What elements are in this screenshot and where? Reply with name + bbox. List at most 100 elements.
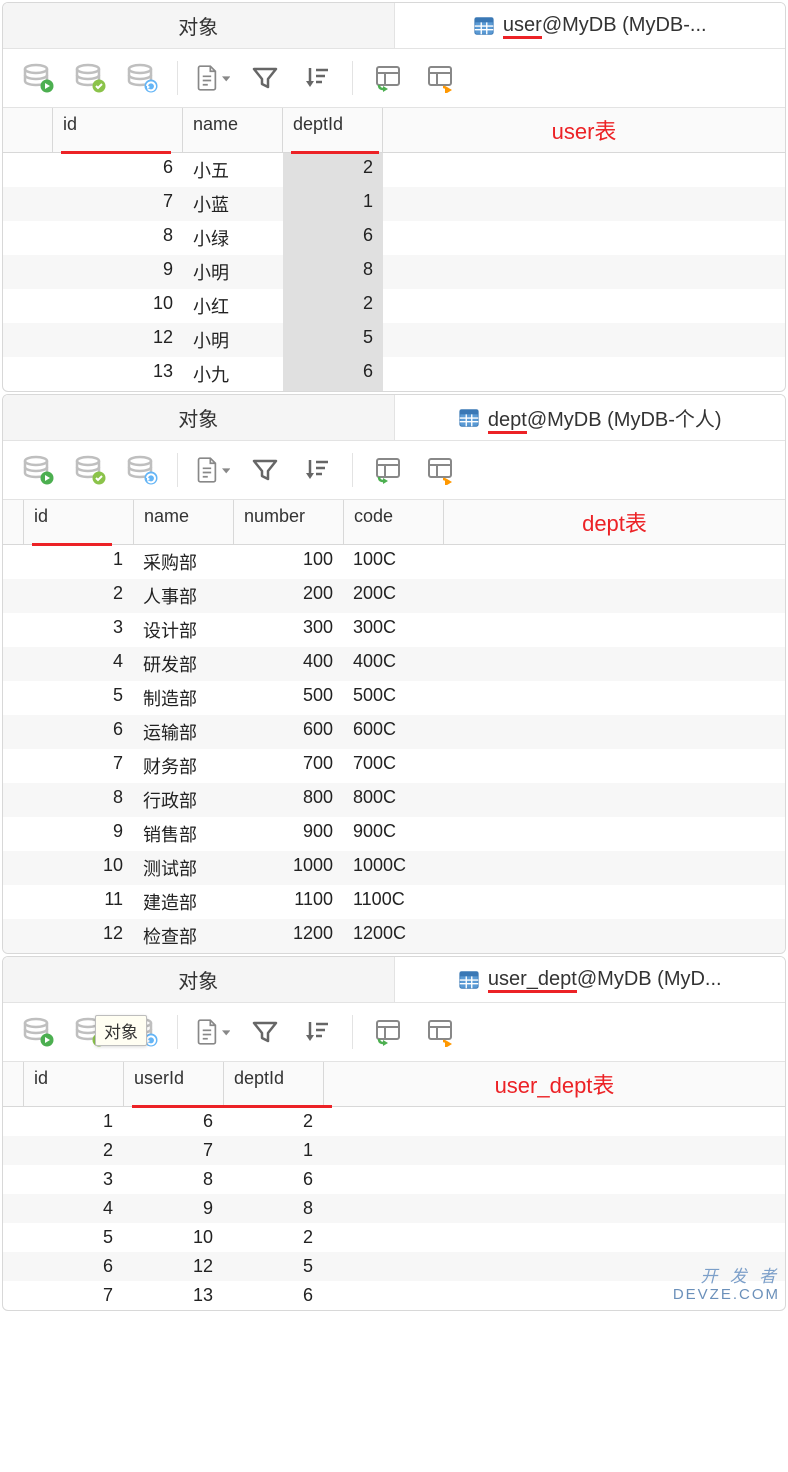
cell: 9 bbox=[123, 1194, 223, 1223]
text-view-button[interactable] bbox=[196, 1015, 230, 1049]
cell: 12 bbox=[23, 919, 133, 953]
column-header-code[interactable]: code bbox=[344, 500, 444, 544]
table-row[interactable]: 9销售部900900C bbox=[3, 817, 785, 851]
cell: 1200C bbox=[343, 919, 443, 953]
text-view-button[interactable] bbox=[196, 61, 230, 95]
data-grid: idnamenumbercodedept表1采购部100100C2人事部2002… bbox=[3, 500, 785, 953]
cell: 8 bbox=[23, 783, 133, 817]
commit-button[interactable] bbox=[73, 453, 107, 487]
commit-button[interactable] bbox=[73, 61, 107, 95]
tab-table[interactable]: user_dept@MyDB (MyD... bbox=[395, 957, 786, 1002]
tab-objects[interactable]: 对象 bbox=[3, 395, 395, 440]
begin-transaction-button[interactable] bbox=[21, 1015, 55, 1049]
cell: 制造部 bbox=[133, 681, 233, 715]
table-row[interactable]: 13小九6 bbox=[3, 357, 785, 391]
table-row[interactable]: 3设计部300300C bbox=[3, 613, 785, 647]
table-row[interactable]: 9小明8 bbox=[3, 255, 785, 289]
column-header-number[interactable]: number bbox=[234, 500, 344, 544]
tab-table[interactable]: dept@MyDB (MyDB-个人) bbox=[395, 395, 786, 440]
column-header-id[interactable]: id bbox=[24, 500, 134, 544]
cell: 9 bbox=[53, 255, 183, 289]
cell: 8 bbox=[283, 255, 383, 289]
cell: 小蓝 bbox=[183, 187, 283, 221]
column-header-deptId[interactable]: deptId bbox=[224, 1062, 324, 1106]
table-icon bbox=[458, 969, 480, 991]
table-row[interactable]: 8行政部800800C bbox=[3, 783, 785, 817]
table-row[interactable]: 6125 bbox=[3, 1252, 785, 1281]
column-header-userId[interactable]: userId bbox=[124, 1062, 224, 1106]
tab-objects[interactable]: 对象 bbox=[3, 957, 395, 1002]
import-button[interactable] bbox=[371, 453, 405, 487]
tab-table[interactable]: user@MyDB (MyDB-... bbox=[395, 3, 786, 48]
text-view-button[interactable] bbox=[196, 453, 230, 487]
toolbar bbox=[3, 49, 785, 108]
table-icon bbox=[458, 407, 480, 429]
table-row[interactable]: 8小绿6 bbox=[3, 221, 785, 255]
table-row[interactable]: 4研发部400400C bbox=[3, 647, 785, 681]
table-row[interactable]: 7小蓝1 bbox=[3, 187, 785, 221]
toolbar bbox=[3, 441, 785, 500]
filter-button[interactable] bbox=[248, 61, 282, 95]
table-row[interactable]: 162 bbox=[3, 1107, 785, 1136]
tab-label: 对象 bbox=[178, 965, 218, 994]
table-row[interactable]: 10小红2 bbox=[3, 289, 785, 323]
table-row[interactable]: 5制造部500500C bbox=[3, 681, 785, 715]
tab-label: 对象 bbox=[178, 403, 218, 432]
grid-body: 162271386498510261257136 bbox=[3, 1107, 785, 1310]
cell: 500 bbox=[233, 681, 343, 715]
table-row[interactable]: 7财务部700700C bbox=[3, 749, 785, 783]
sort-button[interactable] bbox=[300, 1015, 334, 1049]
export-button[interactable] bbox=[423, 1015, 457, 1049]
cell: 4 bbox=[23, 647, 133, 681]
sort-button[interactable] bbox=[300, 61, 334, 95]
cell: 1 bbox=[23, 545, 133, 579]
table-row[interactable]: 12检查部12001200C bbox=[3, 919, 785, 953]
table-icon bbox=[473, 15, 495, 37]
table-row[interactable]: 386 bbox=[3, 1165, 785, 1194]
column-header-name[interactable]: name bbox=[183, 108, 283, 152]
table-row[interactable]: 6小五2 bbox=[3, 153, 785, 187]
cell: 3 bbox=[23, 1165, 123, 1194]
filter-button[interactable] bbox=[248, 453, 282, 487]
cell: 500C bbox=[343, 681, 443, 715]
table-row[interactable]: 11建造部11001100C bbox=[3, 885, 785, 919]
cell: 2 bbox=[23, 1136, 123, 1165]
table-row[interactable]: 5102 bbox=[3, 1223, 785, 1252]
column-header-id[interactable]: id bbox=[53, 108, 183, 152]
column-header-deptId[interactable]: deptId bbox=[283, 108, 383, 152]
import-button[interactable] bbox=[371, 1015, 405, 1049]
cell: 100 bbox=[233, 545, 343, 579]
table-row[interactable]: 2人事部200200C bbox=[3, 579, 785, 613]
table-row[interactable]: 498 bbox=[3, 1194, 785, 1223]
column-header-id[interactable]: id bbox=[24, 1062, 124, 1106]
sort-button[interactable] bbox=[300, 453, 334, 487]
cell: 小九 bbox=[183, 357, 283, 391]
cell: 13 bbox=[53, 357, 183, 391]
cell: 8 bbox=[123, 1165, 223, 1194]
cell: 设计部 bbox=[133, 613, 233, 647]
filter-button[interactable] bbox=[248, 1015, 282, 1049]
export-button[interactable] bbox=[423, 61, 457, 95]
table-row[interactable]: 6运输部600600C bbox=[3, 715, 785, 749]
data-grid: idnamedeptIduser表6小五27小蓝18小绿69小明810小红212… bbox=[3, 108, 785, 391]
table-row[interactable]: 12小明5 bbox=[3, 323, 785, 357]
table-row[interactable]: 1采购部100100C bbox=[3, 545, 785, 579]
cell: 6 bbox=[283, 357, 383, 391]
cell: 7 bbox=[23, 1281, 123, 1310]
tab-objects[interactable]: 对象 bbox=[3, 3, 395, 48]
table-row[interactable]: 10测试部10001000C bbox=[3, 851, 785, 885]
begin-transaction-button[interactable] bbox=[21, 61, 55, 95]
cell: 小红 bbox=[183, 289, 283, 323]
rollback-button[interactable] bbox=[125, 453, 159, 487]
export-button[interactable] bbox=[423, 453, 457, 487]
rollback-button[interactable] bbox=[125, 61, 159, 95]
table-row[interactable]: 271 bbox=[3, 1136, 785, 1165]
import-button[interactable] bbox=[371, 61, 405, 95]
table-row[interactable]: 7136 bbox=[3, 1281, 785, 1310]
cell: 销售部 bbox=[133, 817, 233, 851]
cell: 2 bbox=[223, 1107, 323, 1136]
column-header-name[interactable]: name bbox=[134, 500, 234, 544]
cell: 300C bbox=[343, 613, 443, 647]
begin-transaction-button[interactable] bbox=[21, 453, 55, 487]
cell: 1 bbox=[283, 187, 383, 221]
